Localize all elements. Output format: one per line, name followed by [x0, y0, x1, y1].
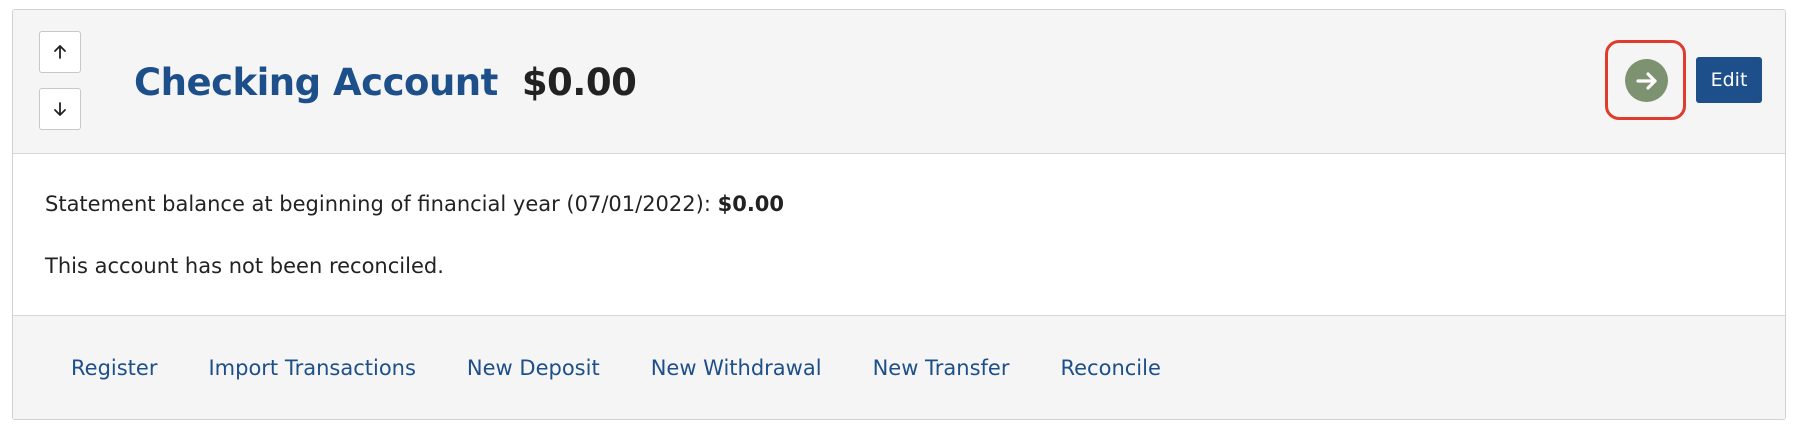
statement-balance-line: Statement balance at beginning of financ…	[45, 192, 784, 216]
account-card-header: Checking Account $0.00 Edit	[13, 10, 1785, 154]
arrow-right-icon	[1635, 71, 1657, 90]
move-down-button[interactable]	[39, 88, 81, 130]
edit-button[interactable]: Edit	[1696, 57, 1762, 103]
account-balance: $0.00	[521, 60, 637, 104]
new-transfer-link[interactable]: New Transfer	[873, 356, 1010, 380]
reconcile-link[interactable]: Reconcile	[1060, 356, 1160, 380]
register-link[interactable]: Register	[71, 356, 157, 380]
new-withdrawal-link[interactable]: New Withdrawal	[651, 356, 822, 380]
new-deposit-link[interactable]: New Deposit	[467, 356, 600, 380]
account-actions: Register Import Transactions New Deposit…	[71, 356, 1212, 380]
import-transactions-link[interactable]: Import Transactions	[208, 356, 415, 380]
account-card-footer: Register Import Transactions New Deposit…	[13, 316, 1785, 419]
account-title-row: Checking Account $0.00	[134, 57, 637, 107]
go-to-account-button[interactable]	[1625, 59, 1668, 102]
statement-balance-value: $0.00	[717, 192, 785, 216]
account-card-body: Statement balance at beginning of financ…	[13, 154, 1785, 316]
reconcile-status: This account has not been reconciled.	[45, 254, 444, 278]
account-card: Checking Account $0.00 Edit Statement ba…	[12, 9, 1786, 420]
account-name[interactable]: Checking Account	[134, 61, 498, 104]
arrow-up-icon	[54, 45, 66, 59]
arrow-down-icon	[54, 102, 66, 116]
move-up-button[interactable]	[39, 31, 81, 73]
statement-balance-label: Statement balance at beginning of financ…	[45, 192, 711, 216]
